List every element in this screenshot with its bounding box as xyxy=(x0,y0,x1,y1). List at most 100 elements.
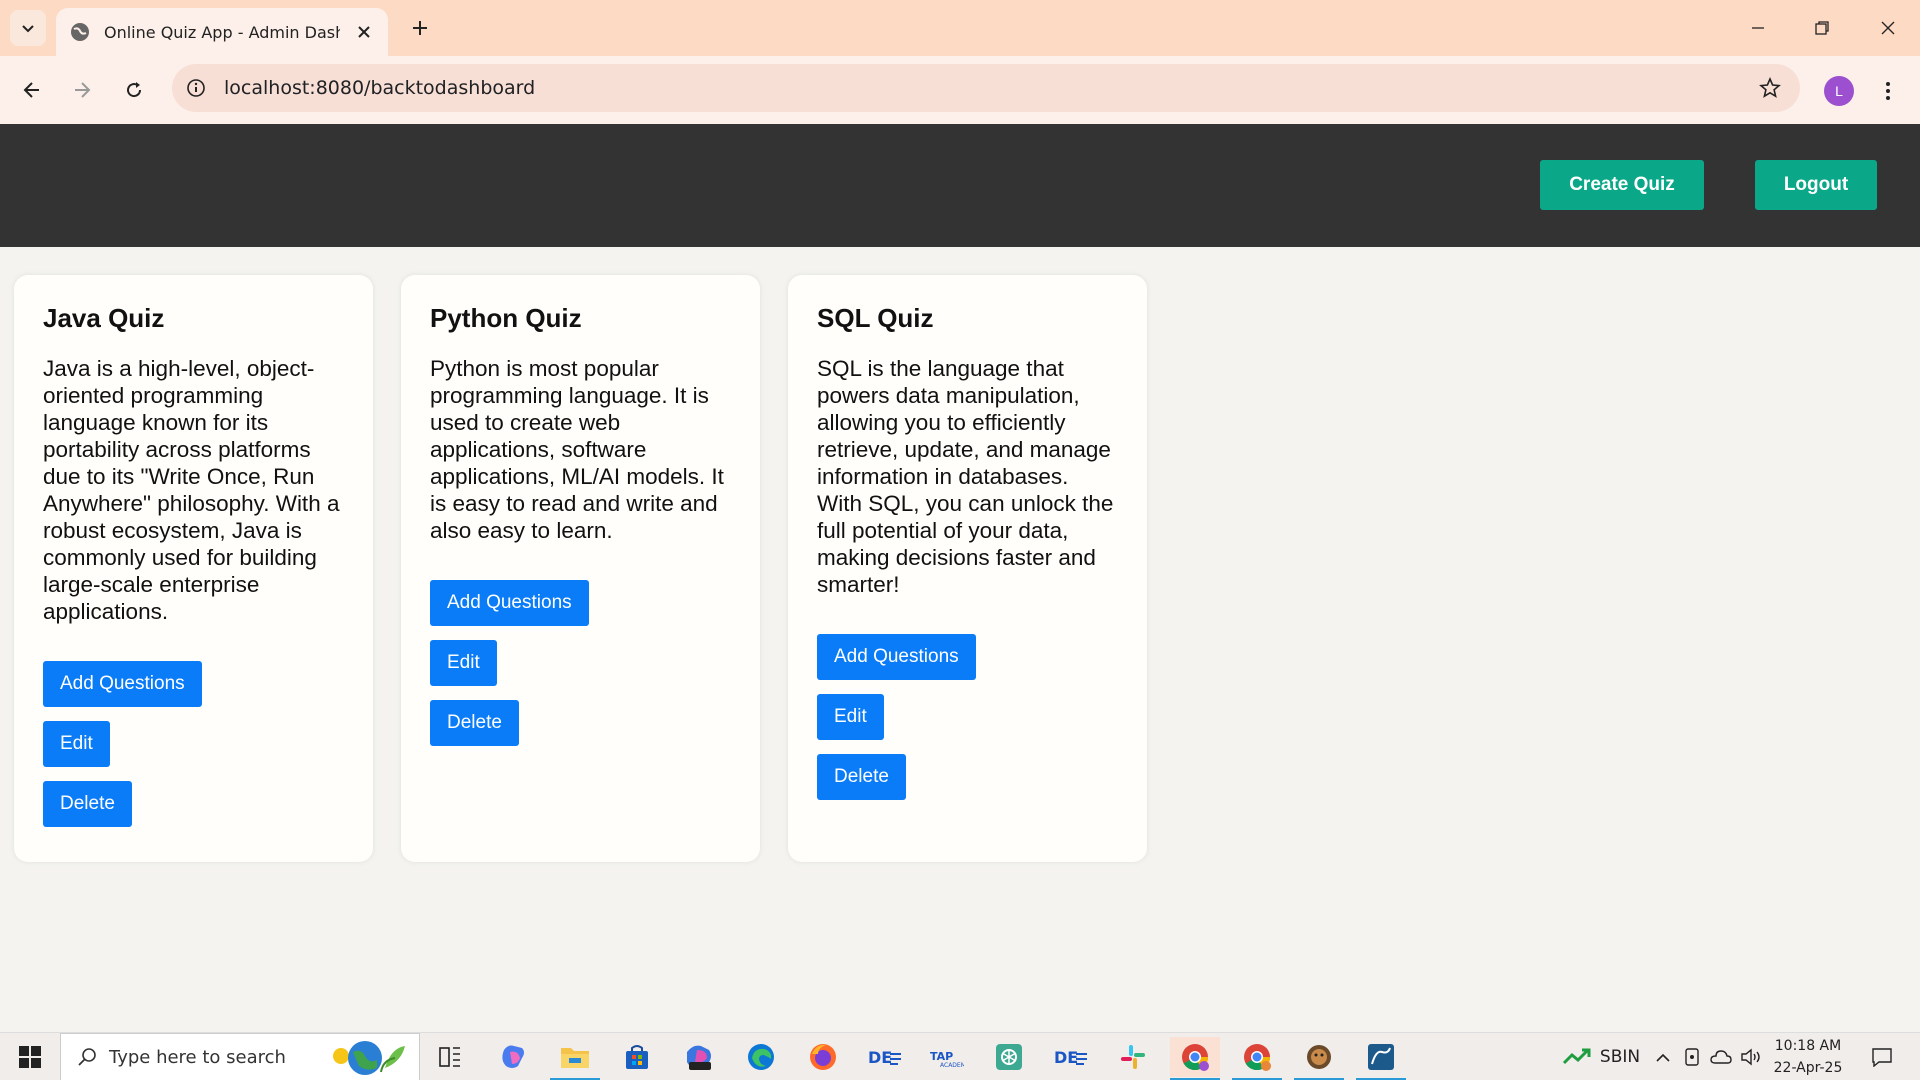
logout-button[interactable]: Logout xyxy=(1755,160,1877,210)
chrome-button[interactable] xyxy=(1170,1037,1220,1080)
search-icon xyxy=(78,1048,96,1066)
quiz-title: Java Quiz xyxy=(43,303,165,333)
onedrive-tray[interactable] xyxy=(1708,1041,1734,1073)
globe-icon xyxy=(71,23,89,41)
mysql-workbench-icon xyxy=(1368,1044,1394,1070)
quiz-description: Python is most popular programming langu… xyxy=(430,356,724,543)
clock-time: 10:18 AM xyxy=(1774,1038,1842,1054)
tab-close-button[interactable] xyxy=(352,20,376,44)
info-icon xyxy=(187,79,205,97)
window-restore-button[interactable] xyxy=(1802,12,1842,44)
notification-icon xyxy=(1872,1048,1892,1067)
taskbar-app-button[interactable]: DE xyxy=(1046,1037,1096,1077)
windows-taskbar: Type here to search DE TAPACADEMY xyxy=(0,1032,1920,1080)
m365-icon xyxy=(687,1045,711,1070)
plus-icon xyxy=(413,21,427,35)
browser-tab-active[interactable]: Online Quiz App - Admin Dashboard xyxy=(56,8,388,56)
taskbar-search-box[interactable]: Type here to search xyxy=(60,1033,420,1080)
edit-button[interactable]: Edit xyxy=(817,694,884,740)
tab-search-button[interactable] xyxy=(10,10,46,46)
quiz-description: SQL is the language that powers data man… xyxy=(817,356,1114,597)
speaker-icon xyxy=(1741,1048,1760,1066)
start-button[interactable] xyxy=(8,1039,52,1075)
quiz-card-java: Java Quiz Java is a high-level, object-o… xyxy=(14,275,373,862)
forward-icon xyxy=(75,82,91,98)
taskbar-app-button[interactable] xyxy=(1294,1037,1344,1080)
copilot-icon xyxy=(502,1045,524,1068)
task-view-icon xyxy=(439,1047,460,1067)
bookmark-button[interactable] xyxy=(1758,76,1782,100)
app-icon: TAPACADEMY xyxy=(930,1050,964,1068)
quiz-card-python: Python Quiz Python is most popular progr… xyxy=(401,275,760,862)
chrome-icon xyxy=(1244,1044,1271,1071)
stock-widget[interactable]: SBIN xyxy=(1546,1041,1656,1073)
new-tab-button[interactable] xyxy=(404,12,436,44)
svg-text:ACADEMY: ACADEMY xyxy=(940,1062,964,1068)
microsoft-store-icon xyxy=(626,1045,648,1069)
quiz-card-sql: SQL Quiz SQL is the language that powers… xyxy=(788,275,1147,862)
app-icon: DE xyxy=(1054,1048,1087,1067)
add-questions-button[interactable]: Add Questions xyxy=(430,580,589,626)
window-close-button[interactable] xyxy=(1868,12,1908,44)
forward-button[interactable] xyxy=(62,70,102,110)
chevron-down-icon xyxy=(22,25,34,33)
edge-icon xyxy=(748,1044,774,1070)
clock-date: 22-Apr-25 xyxy=(1773,1060,1843,1076)
firefox-button[interactable] xyxy=(798,1037,848,1077)
edge-button[interactable] xyxy=(736,1037,786,1077)
firefox-icon xyxy=(810,1044,836,1070)
cloud-icon xyxy=(1710,1050,1732,1064)
slack-icon xyxy=(1121,1045,1145,1069)
stock-ticker: SBIN xyxy=(1599,1047,1641,1067)
copilot-button[interactable] xyxy=(488,1037,538,1077)
taskbar-clock[interactable]: 10:18 AM 22-Apr-25 xyxy=(1766,1035,1850,1079)
stock-up-icon xyxy=(1562,1048,1591,1065)
browser-toolbar: localhost:8080/backtodashboard L xyxy=(0,56,1920,124)
close-icon xyxy=(358,26,370,38)
mysql-workbench-button[interactable] xyxy=(1356,1037,1406,1080)
restore-icon xyxy=(1815,21,1829,35)
delete-button[interactable]: Delete xyxy=(817,754,906,800)
create-quiz-button[interactable]: Create Quiz xyxy=(1540,160,1704,210)
file-explorer-icon xyxy=(561,1048,589,1068)
m365-button[interactable] xyxy=(674,1037,724,1077)
site-info-button[interactable] xyxy=(184,76,208,100)
back-button[interactable] xyxy=(12,70,52,110)
meet-now-tray[interactable] xyxy=(1680,1041,1704,1073)
profile-avatar[interactable]: L xyxy=(1824,76,1854,106)
show-hidden-icons-button[interactable] xyxy=(1652,1041,1674,1073)
browser-menu-button[interactable] xyxy=(1876,74,1900,108)
chatgpt-button[interactable] xyxy=(984,1037,1034,1077)
reload-button[interactable] xyxy=(114,70,154,110)
window-minimize-button[interactable] xyxy=(1738,12,1778,44)
delete-button[interactable]: Delete xyxy=(430,700,519,746)
add-questions-button[interactable]: Add Questions xyxy=(43,661,202,707)
chrome-icon xyxy=(1182,1044,1209,1071)
slack-button[interactable] xyxy=(1108,1037,1158,1077)
edit-button[interactable]: Edit xyxy=(430,640,497,686)
edit-button[interactable]: Edit xyxy=(43,721,110,767)
url-text: localhost:8080/backtodashboard xyxy=(224,77,536,99)
app-icon xyxy=(1307,1045,1331,1069)
chatgpt-icon xyxy=(996,1044,1022,1070)
file-explorer-button[interactable] xyxy=(550,1037,600,1080)
add-questions-button[interactable]: Add Questions xyxy=(817,634,976,680)
microsoft-store-button[interactable] xyxy=(612,1037,662,1077)
kebab-menu-icon xyxy=(1886,82,1890,100)
app-icon: DE xyxy=(868,1048,901,1067)
chevron-up-icon xyxy=(1656,1053,1670,1062)
quiz-title: Python Quiz xyxy=(430,303,582,333)
chrome-button[interactable] xyxy=(1232,1037,1282,1080)
task-view-button[interactable] xyxy=(425,1037,475,1077)
quiz-actions: Add Questions Edit Delete xyxy=(430,580,732,746)
tab-title: Online Quiz App - Admin Dashboard xyxy=(104,22,340,42)
quiz-description: Java is a high-level, object-oriented pr… xyxy=(43,356,340,624)
taskbar-app-button[interactable]: TAPACADEMY xyxy=(922,1037,972,1077)
delete-button[interactable]: Delete xyxy=(43,781,132,827)
taskbar-app-button[interactable]: DE xyxy=(860,1037,910,1077)
volume-tray[interactable] xyxy=(1738,1041,1764,1073)
quiz-title: SQL Quiz xyxy=(817,303,934,333)
notifications-button[interactable] xyxy=(1864,1041,1900,1073)
windows-logo-icon xyxy=(19,1046,41,1068)
address-bar[interactable]: localhost:8080/backtodashboard xyxy=(172,64,1800,112)
